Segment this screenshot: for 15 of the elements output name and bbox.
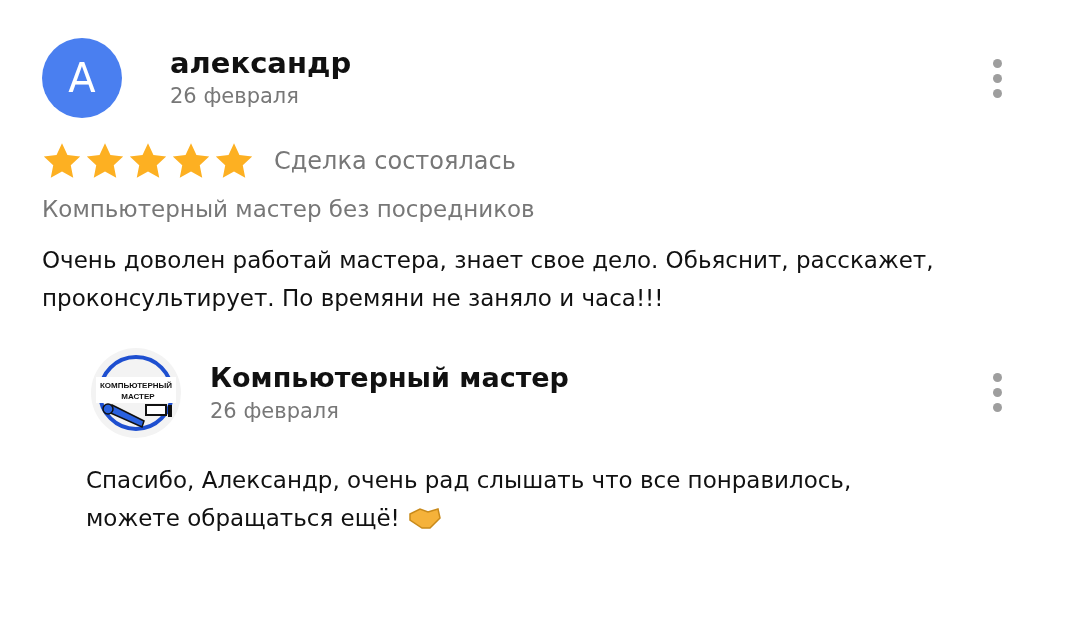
service-name: Компьютерный мастер без посредников	[42, 195, 536, 224]
user-avatar: А	[42, 38, 122, 118]
reply-date: 26 февраля	[210, 397, 340, 425]
star-icon	[85, 142, 125, 180]
deal-status: Сделка состоялась	[274, 146, 516, 177]
star-icon	[214, 142, 254, 180]
company-logo: КОМПЬЮТЕРНЫЙ МАСТЕР	[90, 346, 182, 439]
author-name: Компьютерный мастер	[210, 360, 570, 395]
author-name: александр	[170, 45, 353, 81]
review-date: 26 февраля	[170, 83, 300, 110]
star-icon	[42, 142, 82, 180]
reply-text: Спасибо, Александр, очень рад слышать что все понравилось, можете обращаться ещё!	[86, 465, 853, 534]
star-icon	[128, 142, 168, 180]
star-icon	[171, 142, 211, 180]
review-text: Очень доволен работай мастера, знает свое дело. Обьяснит, расскажет, проконсультирует. По времяни не заняло и часа!!!	[42, 245, 935, 313]
